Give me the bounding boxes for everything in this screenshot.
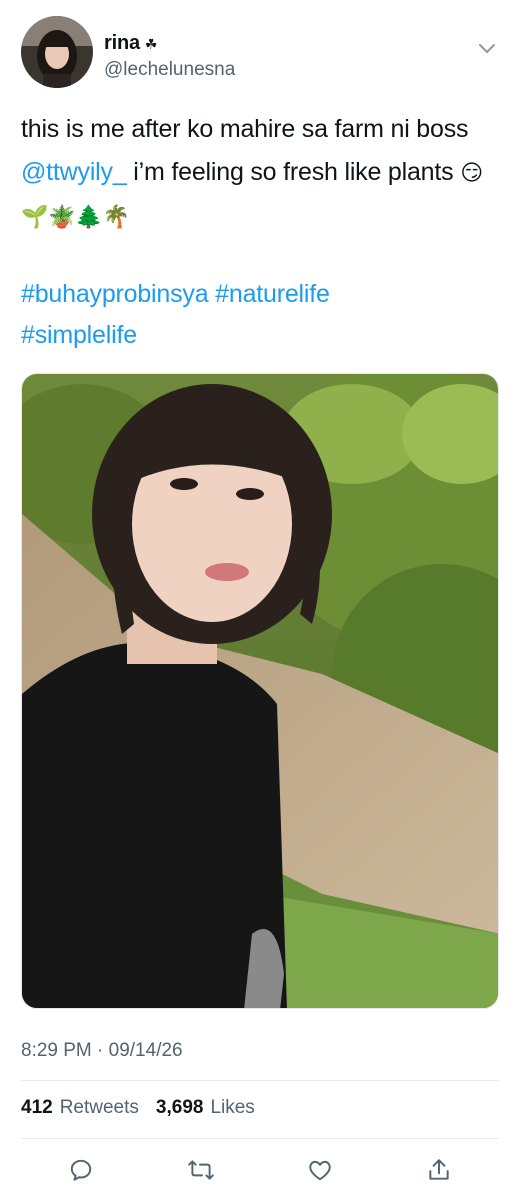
tweet-header: rina ☘ @lechelunesna [21, 16, 501, 88]
like-count[interactable]: 3,698 [156, 1097, 204, 1119]
hashtag-link[interactable]: #simplelife [21, 321, 137, 349]
divider [21, 1080, 499, 1081]
name-row: rina ☘ [104, 32, 157, 55]
tweet-photo[interactable] [21, 373, 499, 1009]
mention-link[interactable]: @ttwyily_ [21, 158, 127, 186]
clover-icon: ☘ [144, 35, 158, 52]
chevron-down-icon[interactable] [477, 42, 497, 56]
like-icon[interactable] [300, 1150, 340, 1190]
avatar[interactable] [21, 16, 93, 88]
hashtag-link[interactable]: #buhayprobinsya [21, 280, 209, 308]
divider [21, 1138, 499, 1139]
display-name[interactable]: rina [104, 32, 140, 55]
like-label[interactable]: Likes [210, 1097, 254, 1119]
retweet-count[interactable]: 412 [21, 1097, 53, 1119]
tweet-timestamp[interactable]: 8:29 PM · 09/14/26 [21, 1040, 183, 1062]
tweet-stats: 412 Retweets 3,698 Likes [21, 1097, 255, 1119]
action-bar [0, 1150, 520, 1190]
hashtag-block: #buhayprobinsya #naturelife #simplelife [21, 274, 501, 356]
retweet-label[interactable]: Retweets [60, 1097, 139, 1119]
reply-icon[interactable] [61, 1150, 101, 1190]
tweet-text-part: i’m feeling so fresh like plants [126, 158, 461, 186]
tweet-text: this is me after ko mahire sa farm ni bo… [21, 108, 501, 239]
tweet-text-part: this is me after ko mahire sa farm ni bo… [21, 115, 469, 143]
share-icon[interactable] [419, 1150, 459, 1190]
hashtag-link[interactable]: #naturelife [215, 280, 330, 308]
retweet-icon[interactable] [181, 1150, 221, 1190]
user-handle[interactable]: @lechelunesna [104, 59, 235, 81]
